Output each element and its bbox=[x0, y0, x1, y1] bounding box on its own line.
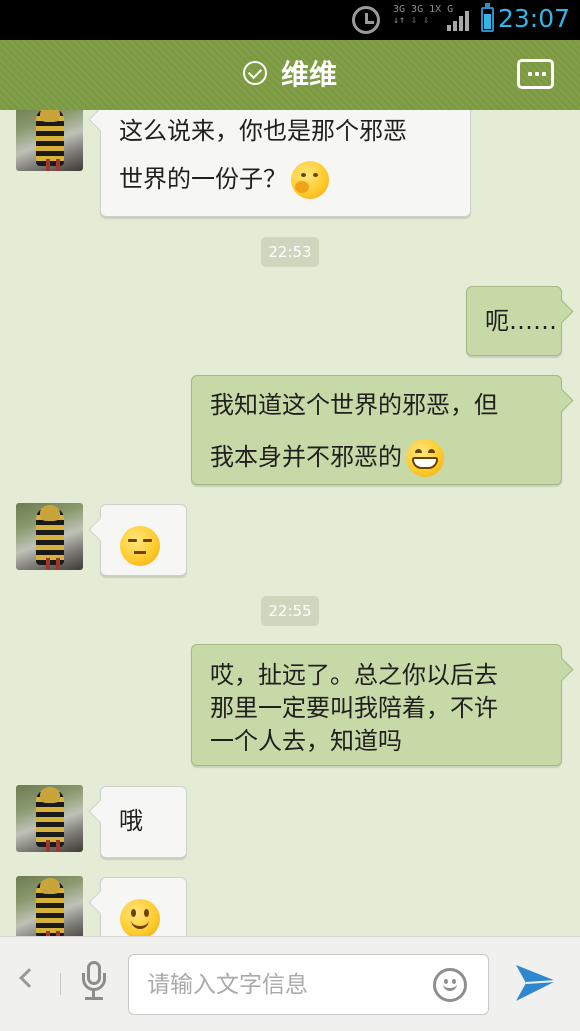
alarm-icon bbox=[352, 6, 380, 34]
back-arrow-icon[interactable] bbox=[19, 968, 39, 988]
chat-header: 维维 bbox=[0, 40, 580, 110]
message-bubble-incoming[interactable] bbox=[100, 877, 187, 936]
message-input[interactable] bbox=[147, 967, 417, 1003]
message-bubble-outgoing[interactable]: 哎，扯远了。总之你以后去 那里一定要叫我陪着，不许 一个人去，知道吗 bbox=[191, 644, 562, 766]
message-line: 哎，扯远了。总之你以后去 bbox=[210, 661, 498, 689]
message-line-with-emoji: 世界的一份子？ bbox=[119, 153, 470, 205]
message-bubble-outgoing[interactable]: 呃…… bbox=[466, 286, 562, 356]
chat-list[interactable]: 这么说来，你也是那个邪恶 世界的一份子？ 22:53 呃…… 我知道这个世界的邪… bbox=[0, 110, 580, 936]
message-bubble-incoming[interactable]: 哦 bbox=[100, 786, 187, 858]
message-line: 我知道这个世界的邪恶，但 bbox=[210, 391, 498, 419]
network-type-text: 3G 3G 1X G bbox=[393, 4, 454, 15]
chat-title: 维维 bbox=[280, 58, 337, 91]
thinking-emoji bbox=[291, 161, 329, 199]
network-activity-text: ↓↑ ⇩ ⇩ bbox=[393, 15, 430, 26]
message-line: 我本身并不邪恶的 bbox=[210, 443, 402, 471]
more-options-icon[interactable] bbox=[517, 59, 554, 89]
send-icon[interactable] bbox=[514, 961, 558, 1005]
battery-icon bbox=[481, 3, 494, 32]
message-line: 那里一定要叫我陪着，不许 bbox=[210, 694, 498, 722]
signal-icon bbox=[447, 11, 469, 31]
message-line: 一个人去，知道吗 bbox=[210, 727, 402, 755]
status-bar: 3G 3G 1X G ↓↑ ⇩ ⇩ 23:07 bbox=[0, 0, 580, 40]
message-bubble-outgoing[interactable]: 我知道这个世界的邪恶，但 我本身并不邪恶的 bbox=[191, 375, 562, 485]
message-bubble-incoming[interactable]: 这么说来，你也是那个邪恶 世界的一份子？ bbox=[100, 110, 471, 217]
smug-emoji bbox=[120, 526, 160, 566]
message-input-box[interactable] bbox=[128, 954, 489, 1015]
contact-avatar[interactable] bbox=[16, 785, 83, 852]
message-bubble-incoming[interactable] bbox=[100, 504, 187, 576]
divider bbox=[60, 973, 61, 995]
contact-avatar[interactable] bbox=[16, 876, 83, 936]
check-circle-icon bbox=[242, 61, 267, 85]
contact-avatar[interactable] bbox=[16, 503, 83, 570]
message-line-with-emoji: 我本身并不邪恶的 bbox=[210, 431, 561, 483]
message-line: 世界的一份子？ bbox=[119, 165, 287, 193]
timestamp: 22:55 bbox=[261, 596, 319, 626]
contact-avatar[interactable] bbox=[16, 110, 83, 171]
mic-icon[interactable] bbox=[82, 961, 106, 1003]
message-line: 呃…… bbox=[485, 307, 557, 335]
chat-title-wrap: 维维 bbox=[0, 56, 580, 94]
emoji-icon[interactable] bbox=[433, 968, 467, 1002]
smile-emoji bbox=[120, 899, 160, 936]
network-type-label: 3G 3G 1X G ↓↑ ⇩ ⇩ bbox=[393, 4, 453, 26]
message-line: 这么说来，你也是那个邪恶 bbox=[119, 117, 407, 145]
timestamp: 22:53 bbox=[261, 237, 319, 267]
input-bar bbox=[0, 936, 580, 1031]
clock: 23:07 bbox=[497, 4, 570, 33]
message-line: 哦 bbox=[119, 807, 143, 835]
grin-emoji bbox=[406, 439, 444, 477]
